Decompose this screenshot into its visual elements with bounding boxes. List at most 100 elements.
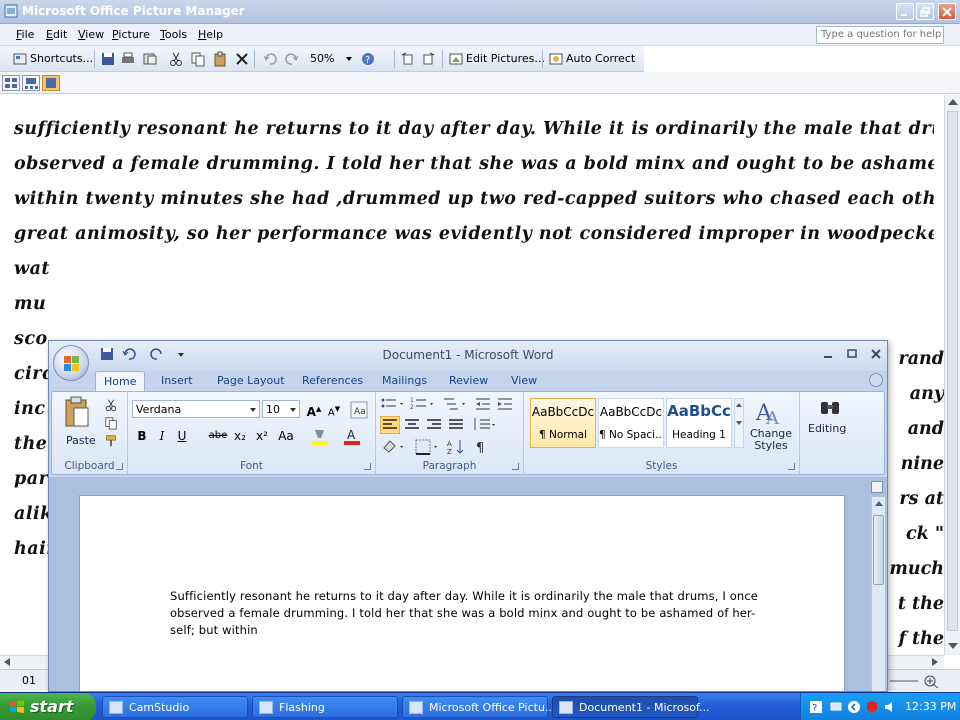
- tab-view[interactable]: View: [511, 373, 537, 388]
- increase-indent-icon[interactable]: [496, 396, 514, 412]
- edit-pictures-button[interactable]: Edit Pictures...: [466, 52, 545, 65]
- scroll-thumb[interactable]: [873, 515, 884, 585]
- clear-formatting-icon[interactable]: Aa: [350, 401, 368, 419]
- tab-review[interactable]: Review: [449, 373, 488, 388]
- menu-tools[interactable]: Tools: [160, 28, 187, 41]
- delete-icon[interactable]: [234, 51, 250, 67]
- line-spacing-icon[interactable]: [472, 416, 498, 434]
- shrink-font-button[interactable]: A▼: [324, 399, 344, 419]
- dialog-launcher-icon[interactable]: [116, 463, 123, 470]
- align-right-icon[interactable]: [424, 416, 444, 434]
- print-icon[interactable]: [120, 51, 136, 67]
- customize-toolbar-icon[interactable]: [173, 346, 189, 362]
- editing-button[interactable]: Editing: [808, 422, 846, 435]
- tab-mailings[interactable]: Mailings: [382, 373, 427, 388]
- menu-file[interactable]: File: [16, 28, 34, 41]
- italic-button[interactable]: I: [152, 426, 172, 446]
- cut-icon[interactable]: [168, 51, 184, 67]
- save-icon[interactable]: [99, 346, 115, 362]
- scroll-up-icon[interactable]: [948, 99, 958, 105]
- help-tray-icon[interactable]: ?: [809, 700, 823, 714]
- tab-page-layout[interactable]: Page Layout: [217, 373, 285, 388]
- multilevel-list-icon[interactable]: [442, 396, 468, 412]
- highlight-icon[interactable]: [310, 428, 330, 446]
- shading-icon[interactable]: [380, 438, 406, 456]
- network-icon[interactable]: [829, 700, 843, 714]
- scroll-thumb[interactable]: [947, 111, 958, 631]
- export-icon[interactable]: [142, 51, 158, 67]
- zoom-slider[interactable]: [888, 674, 954, 688]
- word-close-icon[interactable]: [869, 347, 883, 361]
- superscript-button[interactable]: x²: [252, 426, 272, 446]
- task-camstudio[interactable]: CamStudio: [102, 696, 248, 718]
- scroll-left-icon[interactable]: [4, 658, 10, 666]
- document-body-text[interactable]: Sufficiently resonant he returns to it d…: [170, 588, 760, 639]
- redo-icon[interactable]: [284, 51, 300, 67]
- styles-gallery-scroll[interactable]: [734, 398, 744, 448]
- menu-help[interactable]: Help: [198, 28, 223, 41]
- justify-icon[interactable]: [446, 416, 466, 434]
- copy-icon[interactable]: [104, 416, 118, 430]
- menu-view[interactable]: View: [78, 28, 104, 41]
- font-color-icon[interactable]: A: [342, 428, 362, 446]
- tab-insert[interactable]: Insert: [161, 373, 193, 388]
- undo-icon[interactable]: [121, 346, 137, 362]
- word-vertical-scrollbar[interactable]: [871, 497, 885, 691]
- view-ruler-icon[interactable]: [871, 481, 883, 493]
- bullets-icon[interactable]: [380, 396, 406, 412]
- underline-button[interactable]: U: [172, 426, 192, 446]
- style-no-spacing[interactable]: AaBbCcDc ¶ No Spaci...: [598, 398, 664, 448]
- shortcuts-button[interactable]: Shortcuts...: [30, 52, 93, 65]
- speaker-icon[interactable]: [883, 700, 897, 714]
- style-normal[interactable]: AaBbCcDc ¶ Normal: [530, 398, 596, 448]
- dialog-launcher-icon[interactable]: [512, 463, 519, 470]
- word-maximize-icon[interactable]: [845, 347, 859, 361]
- cut-icon[interactable]: [104, 398, 118, 412]
- change-case-button[interactable]: Aa: [276, 426, 296, 446]
- show-formatting-icon[interactable]: ¶: [472, 438, 490, 456]
- undo-icon[interactable]: [262, 51, 278, 67]
- document-page[interactable]: Sufficiently resonant he returns to it d…: [79, 495, 845, 691]
- tab-home[interactable]: Home: [95, 371, 146, 391]
- picture-vertical-scrollbar[interactable]: [944, 95, 960, 655]
- restore-button[interactable]: [916, 3, 934, 20]
- task-flashing[interactable]: Flashing: [252, 696, 398, 718]
- picture-manager-titlebar[interactable]: Microsoft Office Picture Manager: [0, 0, 960, 24]
- scroll-down-icon[interactable]: [948, 643, 958, 649]
- align-center-icon[interactable]: [402, 416, 422, 434]
- office-button[interactable]: [53, 345, 89, 381]
- font-name-select[interactable]: Verdana: [132, 400, 260, 418]
- back-icon[interactable]: [847, 700, 861, 714]
- change-styles-button[interactable]: Change Styles: [746, 428, 796, 452]
- word-minimize-icon[interactable]: [821, 347, 835, 361]
- word-titlebar[interactable]: Document1 - Microsoft Word: [49, 341, 887, 371]
- tab-references[interactable]: References: [302, 373, 363, 388]
- save-icon[interactable]: [100, 51, 116, 67]
- dialog-launcher-icon[interactable]: [364, 463, 371, 470]
- scroll-up-icon[interactable]: [875, 501, 883, 506]
- task-picture-manager[interactable]: Microsoft Office Pictu...: [402, 696, 555, 718]
- copy-icon[interactable]: [190, 51, 206, 67]
- shield-icon[interactable]: [865, 700, 879, 714]
- borders-icon[interactable]: [414, 438, 440, 456]
- start-button[interactable]: start: [0, 693, 96, 720]
- grow-font-button[interactable]: A▲: [304, 399, 324, 419]
- scroll-right-icon[interactable]: [932, 658, 938, 666]
- task-word-document[interactable]: Document1 - Microsof...: [552, 696, 710, 718]
- dialog-launcher-icon[interactable]: [788, 463, 795, 470]
- thumbnail-view-icon[interactable]: [2, 75, 20, 91]
- word-window[interactable]: Document1 - Microsoft Word Home Insert P…: [48, 340, 888, 692]
- style-heading-1[interactable]: AaBbCc Heading 1: [666, 398, 732, 448]
- help-question-input[interactable]: Type a question for help: [816, 26, 944, 44]
- subscript-button[interactable]: x₂: [230, 426, 250, 446]
- rotate-right-icon[interactable]: [420, 51, 436, 67]
- redo-icon[interactable]: [149, 346, 165, 362]
- paste-button[interactable]: Paste: [66, 434, 96, 447]
- menu-picture[interactable]: Picture: [112, 28, 150, 41]
- help-icon[interactable]: ?: [360, 51, 376, 67]
- strikethrough-button[interactable]: abe: [208, 426, 228, 446]
- close-button[interactable]: [938, 3, 956, 20]
- numbering-icon[interactable]: 12: [410, 396, 436, 412]
- filmstrip-view-icon[interactable]: [22, 75, 40, 91]
- minimize-button[interactable]: [896, 3, 914, 20]
